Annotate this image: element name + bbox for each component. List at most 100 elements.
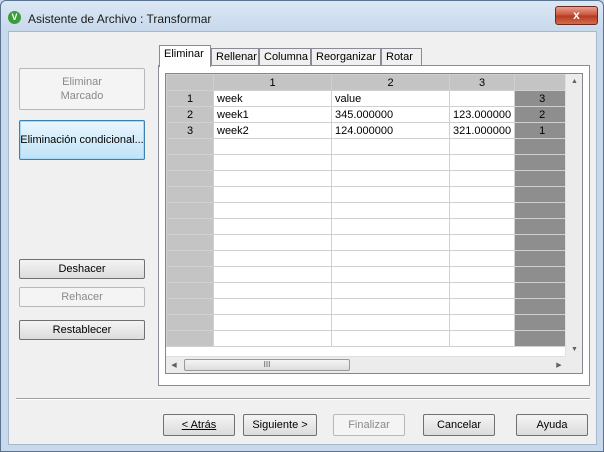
grid-cell[interactable] — [514, 186, 571, 203]
column-header[interactable] — [514, 74, 571, 91]
grid-cell[interactable]: week2 — [213, 122, 332, 139]
delete-marked-button[interactable]: Eliminar Marcado — [19, 68, 145, 110]
grid-cell[interactable] — [213, 154, 332, 171]
grid-cell[interactable] — [331, 330, 450, 347]
row-header[interactable] — [166, 250, 214, 267]
row-header[interactable] — [166, 234, 214, 251]
grid-cell[interactable] — [213, 138, 332, 155]
reset-button[interactable]: Restablecer — [19, 320, 145, 340]
grid-cell[interactable] — [213, 170, 332, 187]
next-button[interactable]: Siguiente > — [243, 414, 317, 436]
grid-cell[interactable] — [448, 282, 516, 299]
row-header[interactable]: 1 — [166, 90, 214, 107]
grid-cell[interactable]: 1 — [514, 122, 571, 139]
grid-cell[interactable]: week1 — [213, 106, 332, 123]
grid-cell[interactable]: week — [213, 90, 332, 107]
conditional-delete-button[interactable]: Eliminación condicional... — [19, 120, 145, 160]
row-header[interactable] — [166, 282, 214, 299]
row-header[interactable] — [166, 186, 214, 203]
grid-cell[interactable] — [514, 202, 571, 219]
grid-cell[interactable] — [331, 250, 450, 267]
grid-cell[interactable] — [448, 154, 516, 171]
grid-cell[interactable] — [213, 298, 332, 315]
column-header[interactable]: 1 — [213, 74, 332, 91]
grid-cell[interactable]: 2 — [514, 106, 571, 123]
grid-cell[interactable] — [448, 90, 516, 107]
horizontal-scrollbar[interactable]: ◀ III ▶ — [166, 356, 567, 373]
data-grid[interactable]: 1 2 3 1 week value 3 2 week1 345.000000 … — [165, 73, 583, 374]
column-header[interactable]: 2 — [331, 74, 450, 91]
grid-cell[interactable] — [448, 298, 516, 315]
row-header[interactable] — [166, 314, 214, 331]
grid-cell[interactable] — [514, 250, 571, 267]
grid-cell[interactable] — [514, 266, 571, 283]
scroll-up-icon[interactable]: ▲ — [566, 74, 582, 90]
grid-cell[interactable] — [331, 138, 450, 155]
row-header[interactable] — [166, 170, 214, 187]
tab-rellenar[interactable]: Rellenar — [211, 48, 259, 66]
grid-cell[interactable] — [213, 266, 332, 283]
grid-cell[interactable] — [448, 186, 516, 203]
grid-cell[interactable]: 345.000000 — [331, 106, 450, 123]
close-button[interactable]: x — [555, 6, 598, 25]
grid-cell[interactable] — [448, 234, 516, 251]
grid-cell[interactable] — [448, 218, 516, 235]
grid-cell[interactable] — [514, 314, 571, 331]
grid-cell[interactable] — [213, 282, 332, 299]
grid-cell[interactable] — [448, 330, 516, 347]
undo-button[interactable]: Deshacer — [19, 259, 145, 279]
grid-cell[interactable] — [514, 218, 571, 235]
row-header[interactable]: 2 — [166, 106, 214, 123]
grid-cell[interactable] — [448, 266, 516, 283]
help-button[interactable]: Ayuda — [516, 414, 588, 436]
grid-cell[interactable] — [331, 170, 450, 187]
grid-cell[interactable] — [514, 138, 571, 155]
grid-cell[interactable] — [331, 234, 450, 251]
grid-cell[interactable]: 124.000000 — [331, 122, 450, 139]
grid-cell[interactable]: 3 — [514, 90, 571, 107]
grid-cell[interactable] — [514, 234, 571, 251]
row-header[interactable] — [166, 154, 214, 171]
column-header[interactable]: 3 — [448, 74, 516, 91]
grid-cell[interactable] — [448, 138, 516, 155]
grid-cell[interactable] — [514, 154, 571, 171]
cancel-button[interactable]: Cancelar — [423, 414, 495, 436]
tab-eliminar[interactable]: Eliminar — [159, 45, 211, 67]
grid-cell[interactable] — [331, 218, 450, 235]
grid-cell[interactable] — [331, 202, 450, 219]
grid-cell[interactable]: value — [331, 90, 450, 107]
redo-button[interactable]: Rehacer — [19, 287, 145, 307]
row-header[interactable] — [166, 298, 214, 315]
row-header[interactable] — [166, 138, 214, 155]
scroll-left-icon[interactable]: ◀ — [166, 357, 182, 373]
grid-cell[interactable] — [213, 330, 332, 347]
grid-cell[interactable] — [514, 298, 571, 315]
grid-cell[interactable] — [213, 186, 332, 203]
grid-cell[interactable]: 321.000000 — [448, 122, 516, 139]
grid-cell[interactable] — [514, 330, 571, 347]
grid-cell[interactable] — [448, 250, 516, 267]
grid-cell[interactable] — [213, 218, 332, 235]
grid-cell[interactable] — [331, 186, 450, 203]
row-header[interactable] — [166, 202, 214, 219]
grid-corner[interactable] — [166, 74, 214, 91]
row-header[interactable] — [166, 266, 214, 283]
row-header[interactable]: 3 — [166, 122, 214, 139]
tab-rotar[interactable]: Rotar — [381, 48, 422, 66]
grid-cell[interactable] — [448, 170, 516, 187]
grid-cell[interactable]: 123.000000 — [448, 106, 516, 123]
grid-cell[interactable] — [213, 234, 332, 251]
grid-cell[interactable] — [331, 266, 450, 283]
grid-cell[interactable] — [213, 314, 332, 331]
back-button[interactable]: < Atrás — [163, 414, 235, 436]
horizontal-scroll-thumb[interactable]: III — [184, 359, 350, 371]
grid-cell[interactable] — [514, 170, 571, 187]
vertical-scrollbar[interactable]: ▲ ▼ — [565, 74, 582, 358]
tab-columna[interactable]: Columna — [259, 48, 311, 66]
grid-cell[interactable] — [213, 250, 332, 267]
grid-cell[interactable] — [448, 202, 516, 219]
row-header[interactable] — [166, 330, 214, 347]
row-header[interactable] — [166, 218, 214, 235]
grid-cell[interactable] — [331, 314, 450, 331]
grid-cell[interactable] — [514, 282, 571, 299]
